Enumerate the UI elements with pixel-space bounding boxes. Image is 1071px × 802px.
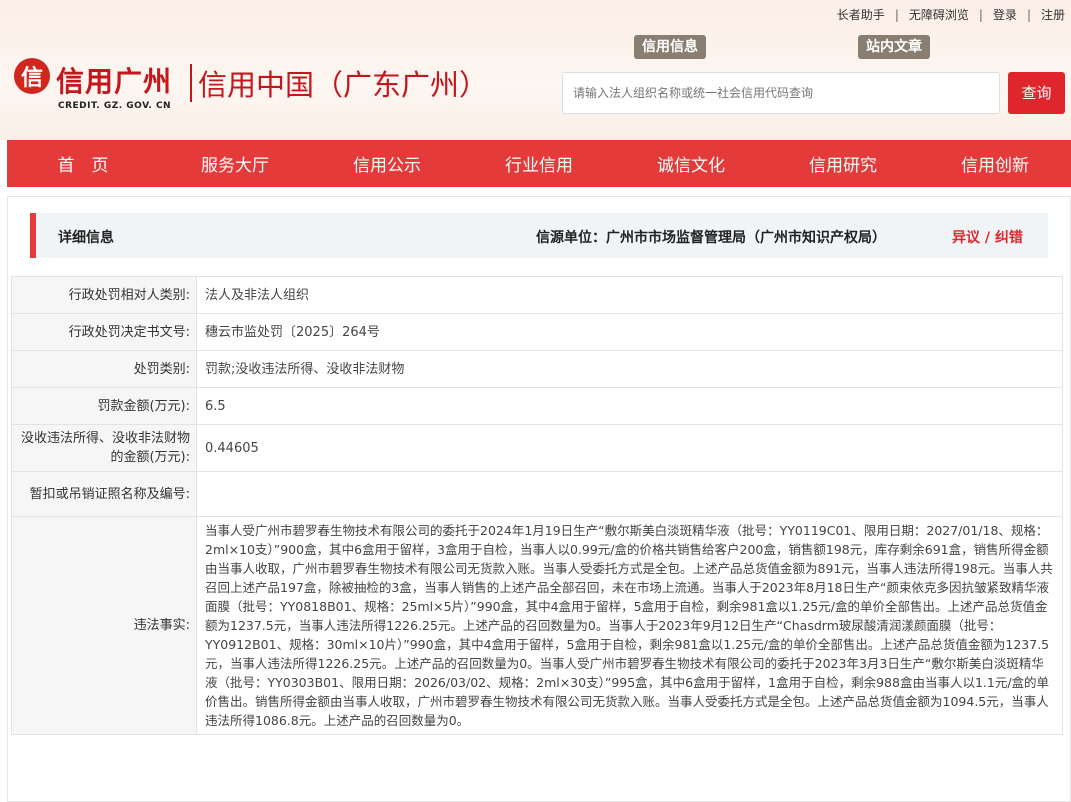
detail-header: 详细信息 信源单位：广州市市场监督管理局（广州市知识产权局） 异议 / 纠错 bbox=[30, 213, 1048, 258]
penalty-table: 行政处罚相对人类别: 法人及非法人组织 行政处罚决定书文号: 穗云市监处罚〔20… bbox=[11, 276, 1063, 735]
divider: | bbox=[978, 8, 983, 22]
divider: | bbox=[1026, 8, 1031, 22]
row-value: 罚款;没收违法所得、没收非法财物 bbox=[196, 350, 1063, 388]
table-row: 行政处罚相对人类别: 法人及非法人组织 bbox=[11, 276, 1063, 314]
logo-name[interactable]: 信用广州 bbox=[56, 60, 172, 100]
login-link[interactable]: 登录 bbox=[993, 8, 1017, 22]
nav-home[interactable]: 首 页 bbox=[7, 151, 159, 176]
search-input[interactable] bbox=[562, 72, 1000, 114]
row-value: 穗云市监处罚〔2025〕264号 bbox=[196, 313, 1063, 351]
source-unit: 信源单位：广州市市场监督管理局（广州市知识产权局） bbox=[536, 230, 886, 246]
row-value: 法人及非法人组织 bbox=[196, 276, 1063, 314]
nav-credit-publicity[interactable]: 信用公示 bbox=[311, 151, 463, 176]
detail-panel: 详细信息 信源单位：广州市市场监督管理局（广州市知识产权局） 异议 / 纠错 行… bbox=[7, 196, 1071, 802]
accessibility-link[interactable]: 无障碍浏览 bbox=[909, 8, 969, 22]
nav-integrity-culture[interactable]: 诚信文化 bbox=[615, 151, 767, 176]
row-label: 罚款金额(万元): bbox=[11, 387, 197, 425]
row-label: 行政处罚决定书文号: bbox=[11, 313, 197, 351]
logo-divider bbox=[190, 64, 192, 102]
logo-subtitle: CREDIT. GZ. GOV. CN bbox=[58, 101, 172, 111]
register-link[interactable]: 注册 bbox=[1041, 8, 1065, 22]
table-row: 罚款金额(万元): 6.5 bbox=[11, 387, 1063, 425]
site-title: 信用中国（广东广州） bbox=[198, 68, 489, 102]
table-row: 没收违法所得、没收非法财物的金额(万元): 0.44605 bbox=[11, 424, 1063, 472]
logo-icon: 信 bbox=[14, 58, 50, 94]
tab-site-articles[interactable]: 站内文章 bbox=[858, 35, 930, 59]
site-header: 长者助手 | 无障碍浏览 | 登录 | 注册 信 信用广州 CREDIT. GZ. GOV.… bbox=[0, 0, 1071, 140]
main-nav: 首 页 服务大厅 信用公示 行业信用 诚信文化 信用研究 信用创新 bbox=[7, 140, 1071, 187]
row-label: 暂扣或吊销证照名称及编号: bbox=[11, 471, 197, 517]
top-links: 长者助手 | 无障碍浏览 | 登录 | 注册 bbox=[837, 6, 1065, 23]
row-value: 0.44605 bbox=[196, 424, 1063, 472]
nav-service-hall[interactable]: 服务大厅 bbox=[159, 151, 311, 176]
elder-helper-link[interactable]: 长者助手 bbox=[837, 8, 885, 22]
table-row: 处罚类别: 罚款;没收违法所得、没收非法财物 bbox=[11, 350, 1063, 388]
nav-credit-innovation[interactable]: 信用创新 bbox=[919, 151, 1071, 176]
search-button[interactable]: 查询 bbox=[1008, 72, 1065, 114]
detail-title: 详细信息 bbox=[58, 230, 114, 246]
row-label: 行政处罚相对人类别: bbox=[11, 276, 197, 314]
nav-credit-research[interactable]: 信用研究 bbox=[767, 151, 919, 176]
table-row: 违法事实: 当事人受广州市碧罗春生物技术有限公司的委托于2024年1月19日生产… bbox=[11, 516, 1063, 735]
tab-credit-info[interactable]: 信用信息 bbox=[634, 35, 706, 59]
divider: | bbox=[894, 8, 899, 22]
row-label: 违法事实: bbox=[11, 516, 197, 735]
table-row: 暂扣或吊销证照名称及编号: bbox=[11, 471, 1063, 517]
row-label: 处罚类别: bbox=[11, 350, 197, 388]
objection-link[interactable]: 异议 / 纠错 bbox=[952, 227, 1023, 247]
nav-industry-credit[interactable]: 行业信用 bbox=[463, 151, 615, 176]
table-row: 行政处罚决定书文号: 穗云市监处罚〔2025〕264号 bbox=[11, 313, 1063, 351]
row-label: 没收违法所得、没收非法财物的金额(万元): bbox=[11, 424, 197, 472]
row-value bbox=[196, 471, 1063, 517]
violation-facts: 当事人受广州市碧罗春生物技术有限公司的委托于2024年1月19日生产“敷尔斯美白… bbox=[196, 516, 1063, 735]
row-value: 6.5 bbox=[196, 387, 1063, 425]
